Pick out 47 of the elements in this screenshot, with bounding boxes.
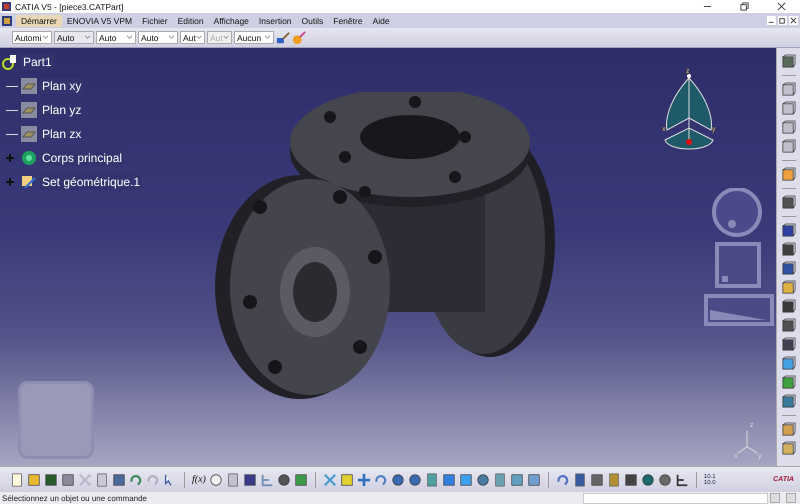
caret-icon[interactable] [84, 35, 91, 40]
menu-item[interactable]: Insertion [254, 14, 297, 26]
dropdown[interactable]: Automi [12, 31, 52, 44]
swap-view-icon[interactable] [556, 472, 570, 486]
menu-item[interactable]: Edition [172, 14, 209, 26]
dropdown[interactable]: Aucun [234, 31, 274, 44]
part-icon [2, 54, 18, 70]
plane-icon [21, 78, 37, 94]
geometric-set-icon [21, 174, 37, 190]
dropdown[interactable]: Aut [180, 31, 205, 44]
paint-ball-icon[interactable] [292, 30, 306, 44]
caret-icon[interactable] [126, 35, 133, 40]
menu-item[interactable]: Outils [296, 14, 328, 26]
caret-icon[interactable] [264, 35, 271, 40]
plane-icon [21, 102, 37, 118]
tree-item[interactable]: Plan yz [40, 102, 84, 118]
restore-icon[interactable] [740, 2, 749, 11]
plane-icon [21, 126, 37, 142]
tree-item[interactable]: Corps principal [40, 150, 124, 166]
menu-item[interactable]: Affichage [208, 14, 254, 26]
axis-system-icon[interactable] [674, 472, 689, 486]
menu-item[interactable]: Démarrer [16, 14, 62, 26]
menu-item[interactable]: ENOVIA V5 VPM [62, 14, 138, 26]
status-message: Sélectionnez un objet ou une commande [2, 494, 147, 502]
command-input-field[interactable] [583, 492, 768, 504]
caret-icon[interactable] [42, 35, 49, 40]
menu-item[interactable]: Fenêtre [328, 14, 368, 26]
dropdown[interactable]: Auto [96, 31, 136, 44]
tree-item[interactable]: Set géométrique.1 [40, 174, 142, 190]
pan-arrows-icon[interactable] [356, 472, 371, 486]
tree-item[interactable]: Part1 [21, 54, 54, 70]
close-icon[interactable] [789, 16, 798, 25]
restore-icon[interactable] [778, 16, 787, 25]
tree-item[interactable]: Plan xy [40, 78, 84, 94]
dropdown[interactable]: Auto [54, 31, 94, 44]
formula-button[interactable]: f(x) [192, 474, 206, 485]
menu-item[interactable]: Aide [368, 14, 395, 26]
new-document-icon[interactable] [10, 472, 24, 486]
close-icon[interactable] [777, 2, 786, 11]
menu-item[interactable]: Fichier [137, 14, 173, 26]
window-title: CATIA V5 - [piece3.CATPart] [15, 2, 124, 12]
copy-icon[interactable] [95, 472, 109, 486]
dropdown[interactable]: Auto [138, 31, 178, 44]
minimize-icon[interactable] [767, 16, 776, 25]
caret-icon[interactable] [168, 35, 175, 40]
caret-icon[interactable] [196, 35, 202, 40]
paintbrush-icon[interactable] [276, 30, 290, 44]
